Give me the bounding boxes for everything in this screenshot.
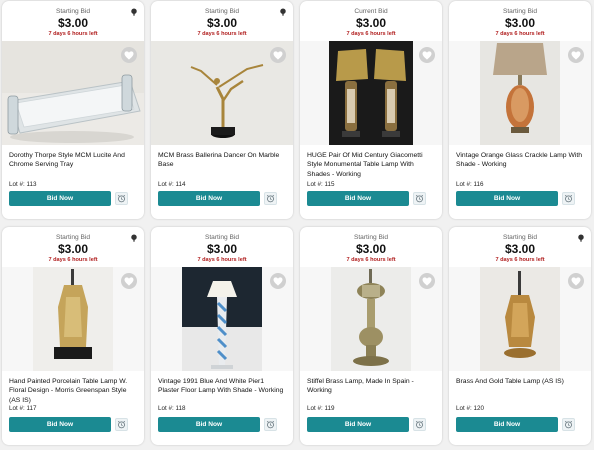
- alarm-clock-icon: [266, 420, 275, 429]
- bid-now-button[interactable]: Bid Now: [158, 191, 260, 206]
- bid-price: $3.00: [504, 242, 536, 256]
- alarm-clock-icon: [117, 420, 126, 429]
- heart-icon: [571, 276, 581, 286]
- time-left: 7 days 6 hours left: [495, 31, 545, 37]
- heart-icon: [571, 50, 581, 60]
- lot-title[interactable]: MCM Brass Ballerina Dancer On Marble Bas…: [158, 151, 286, 170]
- lot-number: Lot #: 115: [307, 181, 335, 188]
- bid-label: Starting Bid: [502, 8, 538, 15]
- bid-now-button[interactable]: Bid Now: [307, 417, 409, 432]
- lot-number: Lot #: 118: [158, 405, 186, 412]
- bid-label: Starting Bid: [353, 234, 389, 241]
- bid-label: Starting Bid: [204, 8, 240, 15]
- alarm-clock-icon: [117, 194, 126, 203]
- lot-card[interactable]: Starting Bid $3.00 7 days 6 hours left B…: [449, 227, 591, 445]
- favorite-button[interactable]: [270, 47, 286, 63]
- lot-card[interactable]: Current Bid $3.00 7 days 6 hours left HU…: [300, 1, 442, 219]
- lot-number: Lot #: 113: [9, 181, 37, 188]
- bid-now-button[interactable]: Bid Now: [158, 417, 260, 432]
- lot-card[interactable]: Starting Bid $3.00 7 days 6 hours left D…: [2, 1, 144, 219]
- bid-now-button[interactable]: Bid Now: [456, 191, 558, 206]
- lot-card[interactable]: Starting Bid $3.00 7 days 6 hours left M…: [151, 1, 293, 219]
- lot-card[interactable]: Starting Bid $3.00 7 days 6 hours left S…: [300, 227, 442, 445]
- lot-title[interactable]: Vintage Orange Glass Crackle Lamp With S…: [456, 151, 584, 170]
- favorite-button[interactable]: [121, 47, 137, 63]
- alarm-clock-icon: [415, 420, 424, 429]
- bid-label: Current Bid: [354, 8, 388, 15]
- bid-label: Starting Bid: [55, 234, 91, 241]
- time-left: 7 days 6 hours left: [346, 257, 396, 263]
- heart-icon: [124, 276, 134, 286]
- time-left: 7 days 6 hours left: [48, 31, 98, 37]
- watch-button[interactable]: [264, 192, 277, 205]
- auction-paddle-icon: [578, 234, 584, 242]
- heart-icon: [273, 50, 283, 60]
- bid-price: $3.00: [57, 16, 89, 30]
- watch-button[interactable]: [264, 418, 277, 431]
- lot-title[interactable]: Hand Painted Porcelain Table Lamp W. Flo…: [9, 377, 137, 405]
- heart-icon: [422, 276, 432, 286]
- auction-paddle-icon: [280, 8, 286, 16]
- lot-card[interactable]: Starting Bid $3.00 7 days 6 hours left V…: [449, 1, 591, 219]
- bid-now-button[interactable]: Bid Now: [456, 417, 558, 432]
- lot-card[interactable]: Starting Bid $3.00 7 days 6 hours left H…: [2, 227, 144, 445]
- alarm-clock-icon: [415, 194, 424, 203]
- time-left: 7 days 6 hours left: [495, 257, 545, 263]
- watch-button[interactable]: [115, 418, 128, 431]
- favorite-button[interactable]: [419, 47, 435, 63]
- lot-number: Lot #: 120: [456, 405, 485, 412]
- bid-price: $3.00: [57, 242, 89, 256]
- favorite-button[interactable]: [568, 47, 584, 63]
- favorite-button[interactable]: [121, 273, 137, 289]
- watch-button[interactable]: [413, 418, 426, 431]
- alarm-clock-icon: [266, 194, 275, 203]
- watch-button[interactable]: [562, 418, 575, 431]
- bid-price: $3.00: [504, 16, 536, 30]
- lot-number: Lot #: 114: [158, 181, 186, 188]
- bid-label: Starting Bid: [502, 234, 538, 241]
- lot-number: Lot #: 116: [456, 181, 484, 188]
- alarm-clock-icon: [564, 420, 573, 429]
- time-left: 7 days 6 hours left: [197, 31, 247, 37]
- time-left: 7 days 6 hours left: [197, 257, 247, 263]
- lot-title[interactable]: HUGE Pair Of Mid Century Giacometti Styl…: [307, 151, 435, 179]
- heart-icon: [273, 276, 283, 286]
- lot-title[interactable]: Vintage 1991 Blue And White Pier1 Plaste…: [158, 377, 286, 396]
- alarm-clock-icon: [564, 194, 573, 203]
- watch-button[interactable]: [562, 192, 575, 205]
- bid-now-button[interactable]: Bid Now: [9, 191, 111, 206]
- bid-label: Starting Bid: [55, 8, 91, 15]
- bid-label: Starting Bid: [204, 234, 240, 241]
- favorite-button[interactable]: [568, 273, 584, 289]
- bid-price: $3.00: [355, 242, 387, 256]
- auction-paddle-icon: [131, 8, 137, 16]
- bid-price: $3.00: [206, 242, 238, 256]
- favorite-button[interactable]: [419, 273, 435, 289]
- lot-number: Lot #: 119: [307, 405, 335, 412]
- lot-number: Lot #: 117: [9, 405, 37, 412]
- lot-title[interactable]: Brass And Gold Table Lamp (AS IS): [456, 377, 584, 386]
- lot-title[interactable]: Dorothy Thorpe Style MCM Lucite And Chro…: [9, 151, 137, 170]
- bid-price: $3.00: [206, 16, 238, 30]
- bid-price: $3.00: [355, 16, 387, 30]
- lot-grid: Starting Bid $3.00 7 days 6 hours left D…: [2, 1, 592, 449]
- auction-paddle-icon: [131, 234, 137, 242]
- favorite-button[interactable]: [270, 273, 286, 289]
- bid-now-button[interactable]: Bid Now: [9, 417, 111, 432]
- time-left: 7 days 6 hours left: [346, 31, 396, 37]
- lot-card[interactable]: Starting Bid $3.00 7 days 6 hours left V…: [151, 227, 293, 445]
- heart-icon: [422, 50, 432, 60]
- watch-button[interactable]: [115, 192, 128, 205]
- watch-button[interactable]: [413, 192, 426, 205]
- bid-now-button[interactable]: Bid Now: [307, 191, 409, 206]
- lot-title[interactable]: Stiffel Brass Lamp, Made In Spain - Work…: [307, 377, 435, 396]
- time-left: 7 days 6 hours left: [48, 257, 98, 263]
- heart-icon: [124, 50, 134, 60]
